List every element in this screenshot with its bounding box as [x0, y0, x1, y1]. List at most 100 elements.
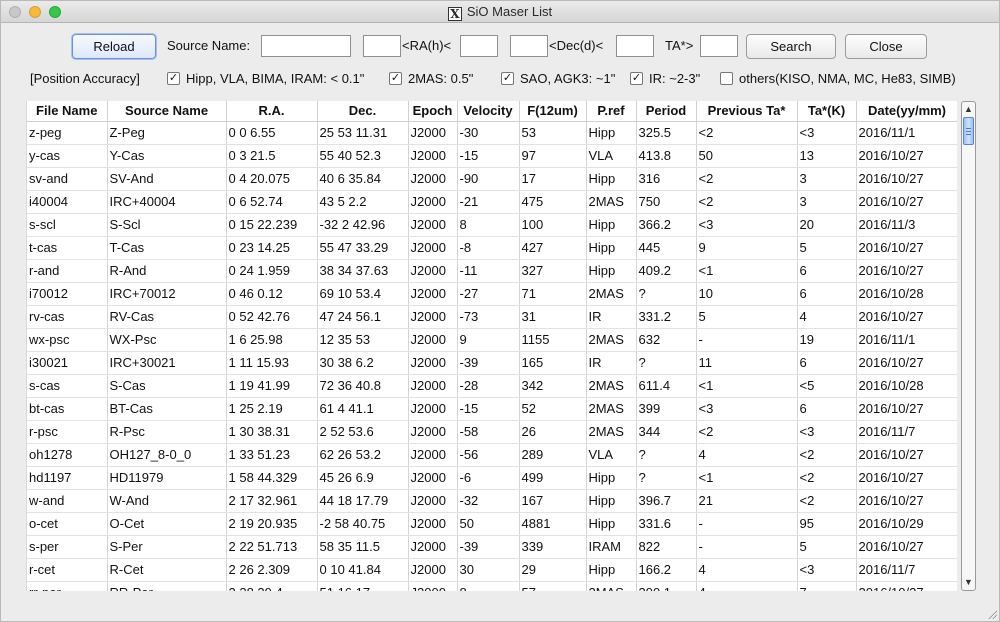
maser-table-viewport[interactable]: File Name Source Name R.A. Dec. Epoch Velocit… — [26, 101, 957, 591]
table-row[interactable]: hd1197 HD11979 1 58 44.329 45 26 6.9 J2000 -6… — [27, 466, 957, 490]
table-cell: 52 — [519, 397, 587, 421]
column-header[interactable]: Velocity — [457, 101, 520, 122]
table-row[interactable]: i70012 IRC+70012 0 46 0.12 69 10 53.4 J2000-… — [27, 282, 957, 306]
table-cell: 6 — [797, 259, 857, 283]
table-row[interactable]: w-and W-And 2 17 32.961 44 18 17.79 J2000 -32… — [27, 489, 957, 513]
table-cell: <1 — [696, 466, 798, 490]
table-cell: 2016/10/27 — [856, 236, 957, 260]
table-cell: HD11979 — [107, 466, 227, 490]
dec-max-input[interactable] — [616, 35, 654, 57]
hipp-checkbox[interactable]: ✓ — [167, 72, 180, 85]
others-checkbox-label[interactable]: others(KISO, NMA, MC, He83, SIMB) — [739, 71, 956, 86]
table-cell: SV-And — [107, 167, 227, 191]
dec-min-input[interactable] — [510, 35, 548, 57]
table-row[interactable]: y-cas Y-Cas 0 3 21.5 55 40 52.3 J2000 -15 97 VL… — [27, 144, 957, 168]
column-header[interactable]: File Name — [27, 101, 108, 122]
table-cell: J2000 — [408, 420, 458, 444]
close-button[interactable]: Close — [845, 34, 927, 59]
column-header[interactable]: Epoch — [408, 101, 458, 122]
table-row[interactable]: oh1278 OH127_8-0_0 1 33 51.23 62 26 53.2 J20… — [27, 443, 957, 467]
vertical-scrollbar[interactable]: ▲ ▼ — [961, 101, 976, 591]
table-row[interactable]: z-peg Z-Peg 0 0 6.55 25 53 11.31 J2000 -30 53 H… — [27, 121, 957, 145]
ra-min-input[interactable] — [363, 35, 401, 57]
table-cell: -90 — [457, 167, 520, 191]
sao-checkbox[interactable]: ✓ — [501, 72, 514, 85]
table-cell: 2 19 20.935 — [226, 512, 318, 536]
table-row[interactable]: i40004 IRC+40004 0 6 52.74 43 5 2.2 J2000 -21… — [27, 190, 957, 214]
window-title: SiO Maser List — [466, 4, 553, 19]
table-cell: 2 17 32.961 — [226, 489, 318, 513]
table-cell: 2016/10/27 — [856, 489, 957, 513]
table-row[interactable]: t-cas T-Cas 0 23 14.25 55 47 33.29 J2000 -8 42… — [27, 236, 957, 260]
table-cell: -2 58 40.75 — [317, 512, 409, 536]
main-panel: Reload Source Name: <RA(h)< <Dec(d)< TA*… — [10, 28, 992, 615]
table-row[interactable]: s-per S-Per 2 22 51.713 58 35 11.5 J2000 -39 3… — [27, 535, 957, 559]
table-cell: 2016/11/1 — [856, 121, 957, 145]
table-cell: J2000 — [408, 581, 458, 591]
resize-grip-icon[interactable] — [987, 609, 997, 619]
table-row[interactable]: s-cas S-Cas 1 19 41.99 72 36 40.8 J2000 -28 34… — [27, 374, 957, 398]
table-row[interactable]: r-and R-And 0 24 1.959 38 34 37.63 J2000 -11 3… — [27, 259, 957, 283]
column-header[interactable]: Dec. — [317, 101, 409, 122]
column-header[interactable]: Date(yy/mm) — [856, 101, 957, 122]
ir-checkbox-label[interactable]: IR: ~2-3" — [649, 71, 700, 86]
ta-input[interactable] — [700, 35, 738, 57]
column-header[interactable]: R.A. — [226, 101, 318, 122]
table-cell: 2 52 53.6 — [317, 420, 409, 444]
table-body: z-peg Z-Peg 0 0 6.55 25 53 11.31 J2000 -30 53 H… — [27, 121, 957, 591]
column-header[interactable]: F(12um) — [519, 101, 587, 122]
source-name-input[interactable] — [261, 35, 351, 57]
search-button[interactable]: Search — [746, 34, 836, 59]
table-cell: J2000 — [408, 259, 458, 283]
column-header[interactable]: Ta*(K) — [797, 101, 857, 122]
column-header[interactable]: Previous Ta* — [696, 101, 798, 122]
ra-max-input[interactable] — [460, 35, 498, 57]
table-row[interactable]: s-scl S-Scl 0 15 22.239 -32 2 42.96 J2000 8 10… — [27, 213, 957, 237]
scrollbar-thumb[interactable] — [963, 117, 974, 145]
table-cell: R-Psc — [107, 420, 227, 444]
table-cell: 5 — [696, 305, 798, 329]
table-cell: VLA — [586, 144, 637, 168]
scroll-down-arrow-icon[interactable]: ▼ — [962, 576, 975, 589]
scroll-up-arrow-icon[interactable]: ▲ — [962, 103, 975, 116]
table-cell: -32 2 42.96 — [317, 213, 409, 237]
table-cell: 750 — [636, 190, 697, 214]
table-cell: 58 35 11.5 — [317, 535, 409, 559]
table-cell: O-Cet — [107, 512, 227, 536]
table-row[interactable]: o-cet O-Cet 2 19 20.935 -2 58 40.75 J2000 50 4… — [27, 512, 957, 536]
table-cell: 0 52 42.76 — [226, 305, 318, 329]
table-row[interactable]: rr-perRR-Per2 28 29.451 16 17J20008572MA… — [27, 581, 957, 591]
table-row[interactable]: wx-psc WX-Psc 1 6 25.98 12 35 53 J2000 9 1155 2… — [27, 328, 957, 352]
table-row[interactable]: sv-and SV-And 0 4 20.075 40 6 35.84 J2000 -90… — [27, 167, 957, 191]
table-cell: <2 — [797, 466, 857, 490]
table-cell: s-cas — [27, 374, 108, 398]
column-header[interactable]: Period — [636, 101, 697, 122]
table-row[interactable]: rv-cas RV-Cas 0 52 42.76 47 24 56.1 J2000 -73… — [27, 305, 957, 329]
table-cell: 4881 — [519, 512, 587, 536]
table-cell: W-And — [107, 489, 227, 513]
table-cell: 2MAS — [586, 190, 637, 214]
table-cell: 2016/10/28 — [856, 282, 957, 306]
table-row[interactable]: r-psc R-Psc 1 30 38.31 2 52 53.6 J2000 -58 26 2… — [27, 420, 957, 444]
hipp-checkbox-label[interactable]: Hipp, VLA, BIMA, IRAM: < 0.1" — [186, 71, 364, 86]
2mas-checkbox[interactable]: ✓ — [389, 72, 402, 85]
table-row[interactable]: r-cet R-Cet 2 26 2.309 0 10 41.84 J2000 30 29 H… — [27, 558, 957, 582]
table-cell: 12 35 53 — [317, 328, 409, 352]
reload-button[interactable]: Reload — [72, 34, 156, 59]
2mas-checkbox-label[interactable]: 2MAS: 0.5" — [408, 71, 473, 86]
table-row[interactable]: i30021 IRC+30021 1 11 15.93 30 38 6.2 J2000-… — [27, 351, 957, 375]
table-cell: 4 — [696, 558, 798, 582]
others-checkbox[interactable] — [720, 72, 733, 85]
column-header[interactable]: P.ref — [586, 101, 637, 122]
table-cell: ? — [636, 466, 697, 490]
sao-checkbox-label[interactable]: SAO, AGK3: ~1" — [520, 71, 615, 86]
ir-checkbox[interactable]: ✓ — [630, 72, 643, 85]
table-cell: 2MAS — [586, 581, 637, 591]
table-cell: -58 — [457, 420, 520, 444]
table-row[interactable]: bt-cas BT-Cas 1 25 2.19 61 4 41.1 J2000 -15 52… — [27, 397, 957, 421]
table-cell: IR — [586, 351, 637, 375]
table-cell: 50 — [457, 512, 520, 536]
table-cell: <5 — [797, 374, 857, 398]
title-bar[interactable]: X SiO Maser List — [1, 1, 999, 23]
column-header[interactable]: Source Name — [107, 101, 227, 122]
